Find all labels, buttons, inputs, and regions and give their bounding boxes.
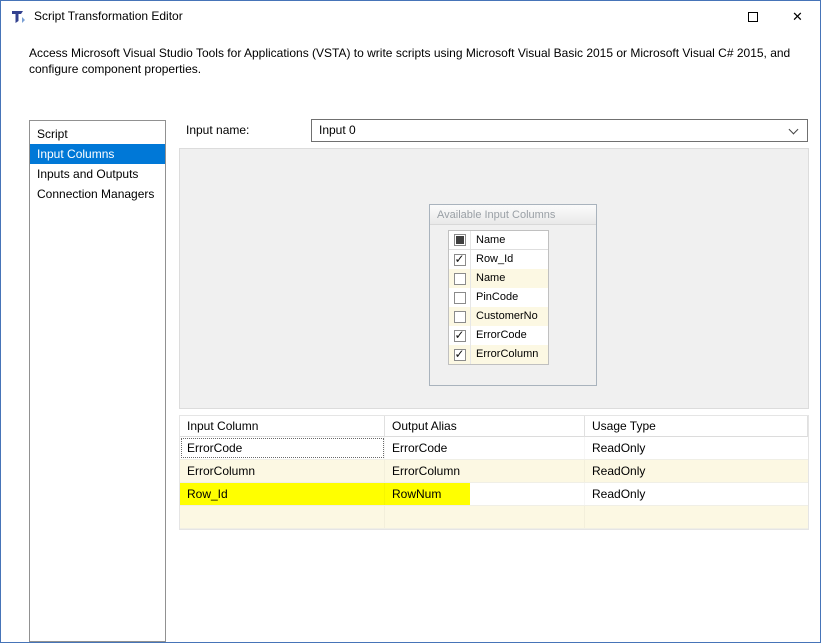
sidebar-item-input-columns[interactable]: Input Columns <box>30 144 165 164</box>
available-columns-table: Name Row_Id Name PinCode CustomerNo <box>448 230 549 365</box>
column-name-name[interactable]: Name <box>471 269 548 288</box>
available-column-row: ErrorColumn <box>449 345 548 364</box>
checkbox-pincode[interactable] <box>453 291 466 304</box>
cell-usage-type[interactable] <box>585 506 808 528</box>
grid-row-errorcolumn: ErrorColumn ErrorColumn ReadOnly <box>180 460 808 483</box>
input-name-value: Input 0 <box>319 123 356 137</box>
checkbox-errorcode[interactable] <box>453 328 466 342</box>
name-column-header[interactable]: Name <box>471 231 548 249</box>
maximize-icon <box>747 11 758 22</box>
cell-usage-type[interactable]: ReadOnly <box>585 437 808 459</box>
available-input-columns-panel[interactable]: Available Input Columns Name Row_Id Name… <box>429 204 597 386</box>
description-text: Access Microsoft Visual Studio Tools for… <box>29 46 791 76</box>
column-name-errorcode[interactable]: ErrorCode <box>471 326 548 345</box>
close-icon: ✕ <box>792 8 803 24</box>
input-columns-grid: Input Column Output Alias Usage Type Err… <box>179 415 809 530</box>
sidebar-item-connection-managers[interactable]: Connection Managers <box>30 184 165 204</box>
column-name-row-id[interactable]: Row_Id <box>471 250 548 269</box>
script-transformation-editor-window: Script Transformation Editor ✕ Access Mi… <box>0 0 821 643</box>
cell-input-column[interactable]: ErrorColumn <box>180 460 385 482</box>
column-name-errorcolumn[interactable]: ErrorColumn <box>471 345 548 364</box>
sidebar-item-script[interactable]: Script <box>30 124 165 144</box>
available-column-row: Row_Id <box>449 250 548 269</box>
available-columns-header-row: Name <box>449 231 548 250</box>
column-name-pincode[interactable]: PinCode <box>471 288 548 307</box>
available-input-columns-title: Available Input Columns <box>430 205 596 225</box>
cell-output-alias[interactable]: ErrorCode <box>385 437 585 459</box>
cell-output-alias[interactable]: ErrorColumn <box>385 460 585 482</box>
cell-input-column[interactable]: Row_Id <box>180 483 385 505</box>
available-column-row: ErrorCode <box>449 326 548 345</box>
checkbox-errorcolumn[interactable] <box>453 347 466 361</box>
cell-usage-type[interactable]: ReadOnly <box>585 483 808 505</box>
checkbox-row-id[interactable] <box>453 252 466 266</box>
sidebar-list: Script Input Columns Inputs and Outputs … <box>29 120 166 642</box>
window-title: Script Transformation Editor <box>34 9 183 23</box>
grid-row-errorcode: ErrorCode ErrorCode ReadOnly <box>180 437 808 460</box>
sidebar-item-inputs-and-outputs[interactable]: Inputs and Outputs <box>30 164 165 184</box>
window-controls: ✕ <box>730 1 820 32</box>
available-column-row: CustomerNo <box>449 307 548 326</box>
header-input-column: Input Column <box>180 416 385 437</box>
header-output-alias: Output Alias <box>385 416 585 437</box>
cell-usage-type[interactable]: ReadOnly <box>585 460 808 482</box>
select-all-checkbox[interactable] <box>453 234 466 246</box>
cell-output-alias[interactable]: RowNum <box>385 483 585 505</box>
checkbox-customerno[interactable] <box>453 310 466 323</box>
header-usage-type: Usage Type <box>585 416 808 437</box>
available-column-row: PinCode <box>449 288 548 307</box>
grid-header-row: Input Column Output Alias Usage Type <box>180 416 808 437</box>
focused-cell-input-column[interactable]: ErrorCode <box>180 437 385 459</box>
input-name-dropdown[interactable]: Input 0 <box>311 119 808 142</box>
checkbox-name[interactable] <box>453 272 466 285</box>
available-column-row: Name <box>449 269 548 288</box>
script-component-icon <box>10 8 27 25</box>
close-button[interactable]: ✕ <box>775 1 820 32</box>
cell-output-alias[interactable] <box>385 506 585 528</box>
input-name-label: Input name: <box>186 123 250 137</box>
column-name-customerno[interactable]: CustomerNo <box>471 307 548 326</box>
grid-row-empty <box>180 506 808 529</box>
grid-row-row-id-highlighted: Row_Id RowNum ReadOnly <box>180 483 808 506</box>
input-columns-workarea: Available Input Columns Name Row_Id Name… <box>179 148 809 409</box>
cell-input-column[interactable] <box>180 506 385 528</box>
maximize-button[interactable] <box>730 1 775 32</box>
chevron-down-icon <box>788 124 799 135</box>
titlebar[interactable]: Script Transformation Editor ✕ <box>1 1 820 32</box>
